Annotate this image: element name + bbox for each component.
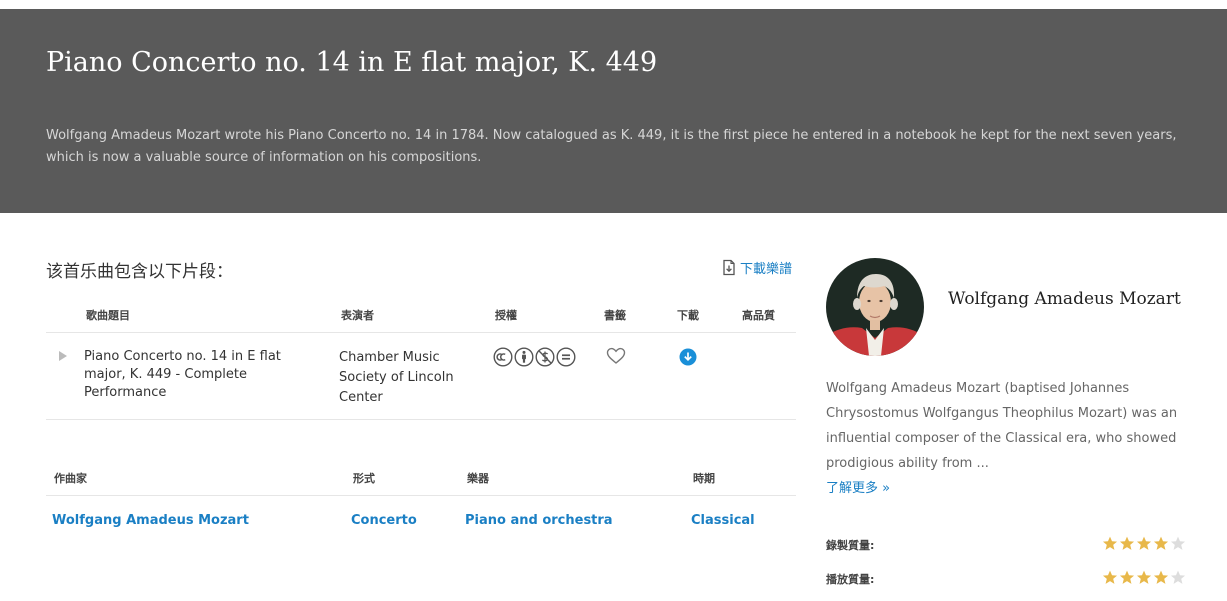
period-link[interactable]: Classical bbox=[691, 513, 755, 528]
piece-description: Wolfgang Amadeus Mozart wrote his Piano … bbox=[46, 128, 1177, 165]
learn-more-link[interactable]: 了解更多 » bbox=[826, 477, 890, 496]
divider bbox=[46, 332, 796, 333]
star-icon bbox=[1136, 536, 1152, 550]
meta-header-form: 形式 bbox=[353, 472, 375, 485]
col-header-bookmark: 書籤 bbox=[604, 309, 626, 322]
col-header-hq: 高品質 bbox=[742, 309, 775, 322]
meta-header-instrument: 樂器 bbox=[467, 472, 489, 485]
col-header-performer: 表演者 bbox=[341, 309, 374, 322]
star-icon bbox=[1170, 570, 1186, 584]
col-header-title: 歌曲題目 bbox=[86, 309, 130, 322]
page-title: Piano Concerto no. 14 in E flat major, K… bbox=[46, 47, 658, 78]
star-icon bbox=[1119, 570, 1135, 584]
recording-quality-label: 錄製質量: bbox=[826, 539, 875, 552]
document-download-icon bbox=[723, 259, 735, 276]
star-icon bbox=[1136, 570, 1152, 584]
recording-quality-stars[interactable] bbox=[1102, 536, 1186, 551]
col-header-license: 授權 bbox=[495, 309, 517, 322]
playback-quality-label: 播放質量: bbox=[826, 573, 875, 586]
track-title: Piano Concerto no. 14 in E flat major, K… bbox=[84, 349, 281, 400]
divider bbox=[46, 495, 796, 496]
download-score-label: 下載樂譜 bbox=[740, 262, 793, 277]
download-score-link[interactable]: 下載樂譜 bbox=[721, 258, 792, 277]
star-icon bbox=[1170, 536, 1186, 550]
star-icon bbox=[1153, 536, 1169, 550]
composer-name[interactable]: Wolfgang Amadeus Mozart bbox=[948, 289, 1181, 309]
instrument-link[interactable]: Piano and orchestra bbox=[465, 513, 613, 528]
top-strip bbox=[0, 0, 1227, 9]
composer-link[interactable]: Wolfgang Amadeus Mozart bbox=[52, 513, 249, 528]
heart-icon[interactable] bbox=[606, 347, 626, 365]
track-performer: Chamber Music Society of Lincoln Center bbox=[339, 350, 454, 405]
noncommercial-icon bbox=[535, 347, 555, 367]
composer-bio: Wolfgang Amadeus Mozart (baptised Johann… bbox=[826, 381, 1178, 471]
cc-icon bbox=[493, 347, 513, 367]
attribution-icon bbox=[514, 347, 534, 367]
star-icon bbox=[1119, 536, 1135, 550]
piece-header: Piano Concerto no. 14 in E flat major, K… bbox=[0, 9, 1227, 213]
play-icon[interactable] bbox=[57, 350, 69, 362]
star-icon bbox=[1153, 570, 1169, 584]
meta-header-period: 時期 bbox=[693, 472, 715, 485]
form-link[interactable]: Concerto bbox=[351, 513, 417, 528]
download-icon[interactable] bbox=[679, 348, 697, 366]
noderivatives-icon bbox=[556, 347, 576, 367]
playback-quality-stars[interactable] bbox=[1102, 570, 1186, 585]
divider bbox=[46, 419, 796, 420]
composer-portrait[interactable] bbox=[826, 258, 924, 356]
col-header-download: 下載 bbox=[677, 309, 699, 322]
license-icons bbox=[493, 347, 576, 367]
star-icon bbox=[1102, 536, 1118, 550]
meta-header-composer: 作曲家 bbox=[54, 472, 87, 485]
star-icon bbox=[1102, 570, 1118, 584]
segments-heading: 该首乐曲包含以下片段： bbox=[46, 262, 233, 282]
